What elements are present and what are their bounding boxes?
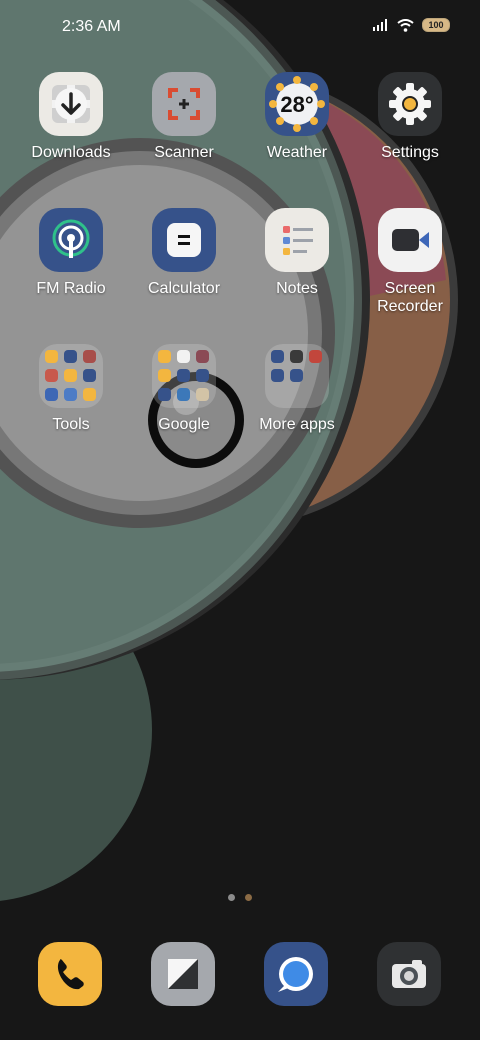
dock-browser[interactable] — [264, 942, 328, 1006]
app-downloads[interactable]: Downloads — [11, 72, 131, 162]
settings-icon — [378, 72, 442, 136]
app-settings[interactable]: Settings — [350, 72, 470, 162]
folder-label: Tools — [52, 416, 90, 433]
app-notes[interactable]: Notes — [237, 208, 357, 298]
app-label: Settings — [381, 144, 439, 161]
wifi-icon — [397, 18, 414, 32]
notes-icon — [265, 208, 329, 272]
page-indicator — [228, 894, 252, 901]
more-apps-folder-icon — [265, 344, 329, 408]
app-label: Scanner — [154, 144, 214, 161]
phone-icon — [38, 942, 102, 1006]
weather-icon: 28° — [265, 72, 329, 136]
calculator-icon — [152, 208, 216, 272]
app-label: Downloads — [31, 144, 111, 161]
app-weather[interactable]: 28° Weather — [237, 72, 357, 162]
app-label: Calculator — [147, 280, 221, 297]
messaging-icon — [151, 942, 215, 1006]
folder-tools[interactable]: Tools — [11, 344, 131, 434]
app-label: Screen Recorder — [377, 280, 443, 315]
app-label: Weather — [266, 144, 328, 161]
signal-icon — [373, 19, 387, 31]
app-label: FM Radio — [36, 280, 106, 297]
app-scanner[interactable]: Scanner — [124, 72, 244, 162]
dock-camera[interactable] — [377, 942, 441, 1006]
app-screen-recorder[interactable]: Screen Recorder — [350, 208, 470, 316]
page-dot-active — [245, 894, 252, 901]
dock-phone[interactable] — [38, 942, 102, 1006]
browser-icon — [264, 942, 328, 1006]
battery-icon: 100 — [422, 18, 450, 32]
camera-icon — [377, 942, 441, 1006]
status-bar: 2:36 AM 100 — [0, 0, 480, 56]
folder-more-apps[interactable]: More apps — [237, 344, 357, 434]
folder-label: More apps — [259, 416, 335, 433]
downloads-icon — [39, 72, 103, 136]
app-label: Notes — [276, 280, 318, 297]
folder-google[interactable]: Google — [124, 344, 244, 434]
page-dot — [228, 894, 235, 901]
folder-label: Google — [158, 416, 210, 433]
tools-folder-icon — [39, 344, 103, 408]
status-time: 2:36 AM — [62, 18, 121, 35]
weather-temperature: 28° — [280, 92, 314, 117]
scanner-icon — [152, 72, 216, 136]
screen-recorder-icon — [378, 208, 442, 272]
app-calculator[interactable]: Calculator — [124, 208, 244, 298]
dock-messages[interactable] — [151, 942, 215, 1006]
google-folder-icon — [152, 344, 216, 408]
status-icons: 100 — [373, 18, 450, 32]
app-fm-radio[interactable]: FM Radio — [11, 208, 131, 298]
fm-radio-icon — [39, 208, 103, 272]
